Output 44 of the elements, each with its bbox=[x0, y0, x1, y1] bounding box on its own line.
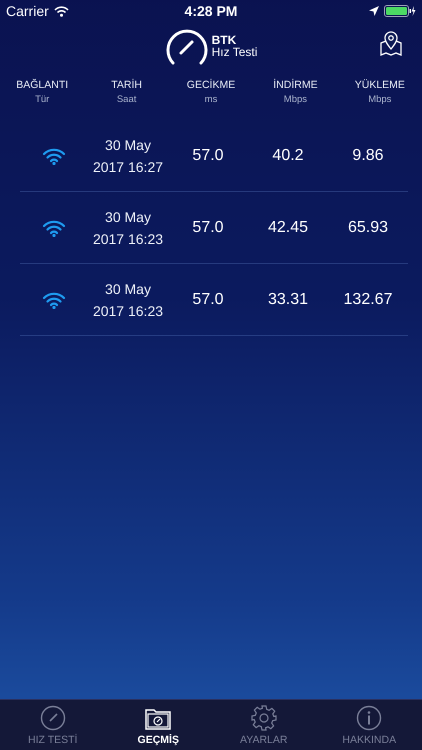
test-date: 30 May bbox=[105, 136, 151, 155]
column-unit: Saat bbox=[116, 94, 136, 105]
column-header: BAĞLANTI bbox=[16, 79, 68, 91]
test-time: 2017 16:23 bbox=[92, 230, 164, 248]
column-unit: Tür bbox=[35, 94, 50, 105]
tab-bar-item[interactable]: HAKKINDA bbox=[316, 700, 422, 750]
clock: 4:28 PM bbox=[184, 3, 238, 19]
latency-value: 57.0 bbox=[192, 146, 224, 164]
column-unit: Mbps bbox=[368, 94, 392, 105]
map-pin-icon[interactable] bbox=[379, 30, 403, 56]
download-value: 42.45 bbox=[268, 218, 308, 236]
latency-value: 57.0 bbox=[192, 290, 224, 308]
speedometer-icon bbox=[40, 704, 66, 730]
column-unit: ms bbox=[204, 94, 218, 105]
upload-value: 9.86 bbox=[352, 146, 384, 164]
download-value: 40.2 bbox=[272, 146, 304, 164]
column-header: GECİKME bbox=[186, 79, 236, 91]
tab-bar-item[interactable]: HIZ TESTİ bbox=[0, 700, 106, 750]
download-value: 33.31 bbox=[268, 290, 308, 308]
gear-icon bbox=[250, 704, 277, 730]
upload-value: 132.67 bbox=[344, 290, 392, 308]
carrier-label: Carrier bbox=[6, 3, 49, 19]
column-header: TARİH bbox=[111, 79, 142, 91]
column-header: YÜKLEME bbox=[354, 79, 405, 91]
latency-value: 57.0 bbox=[192, 218, 224, 236]
test-time: 2017 16:27 bbox=[92, 158, 164, 176]
column-unit: Mbps bbox=[284, 94, 308, 105]
tab-bar-item[interactable]: GEÇMİŞ bbox=[106, 700, 211, 750]
wifi-icon bbox=[42, 290, 66, 308]
battery-icon bbox=[384, 5, 416, 17]
test-time: 2017 16:23 bbox=[92, 302, 164, 320]
wifi-signal-icon bbox=[54, 6, 69, 16]
info-icon bbox=[356, 704, 382, 730]
location-arrow-icon bbox=[369, 6, 379, 16]
column-header: İNDİRME bbox=[273, 79, 318, 91]
upload-value: 65.93 bbox=[348, 218, 388, 236]
app-subtitle: Hız Testi bbox=[212, 46, 258, 58]
brand-name: BTK bbox=[212, 34, 238, 46]
wifi-icon bbox=[42, 146, 66, 164]
test-date: 30 May bbox=[105, 208, 151, 227]
wifi-icon bbox=[42, 218, 66, 236]
speedometer-icon bbox=[164, 27, 209, 65]
tab-bar-item[interactable]: AYARLAR bbox=[211, 700, 316, 750]
test-date: 30 May bbox=[105, 280, 151, 299]
